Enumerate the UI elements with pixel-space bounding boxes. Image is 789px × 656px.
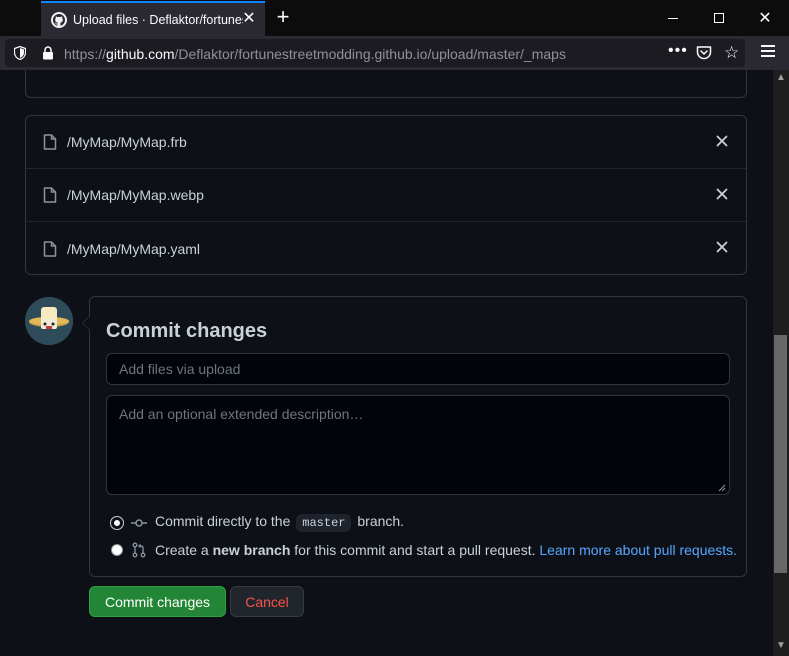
browser-tab-bar: Upload files · Deflaktor/fortunestreetmo… — [0, 0, 789, 36]
page-scrollbar[interactable]: ▲ ▼ — [773, 70, 789, 656]
upload-dropzone — [25, 70, 747, 98]
commit-direct-suffix: branch. — [357, 513, 405, 529]
tab-title: Upload files · Deflaktor/fortunestreetmo… — [73, 12, 243, 27]
url-text[interactable]: https://github.com/Deflaktor/fortunestre… — [64, 46, 566, 62]
cancel-button[interactable]: Cancel — [230, 586, 304, 617]
commit-direct-option[interactable]: Commit directly to the master branch. — [111, 513, 404, 532]
browser-nav-bar: https://github.com/Deflaktor/fortunestre… — [0, 36, 789, 70]
branch-name: master — [296, 514, 352, 532]
window-close-button[interactable]: ✕ — [742, 0, 788, 36]
commit-new-branch-option[interactable]: Create a new branch for this commit and … — [111, 542, 737, 558]
star-icon[interactable]: ☆ — [724, 44, 739, 61]
scroll-up-icon[interactable]: ▲ — [775, 72, 787, 84]
uploaded-file-list: /MyMap/MyMap.frb /MyMap/MyMap.webp /MyMa… — [25, 115, 747, 275]
file-row: /MyMap/MyMap.webp — [26, 169, 746, 222]
close-icon[interactable]: ✕ — [241, 11, 257, 27]
new-branch-strong: new branch — [212, 542, 291, 558]
file-name: /MyMap/MyMap.webp — [67, 187, 204, 203]
maximize-button[interactable] — [696, 0, 742, 36]
commit-new-branch-label: Create a new branch for this commit and … — [155, 542, 737, 558]
close-icon[interactable] — [716, 188, 728, 200]
file-row: /MyMap/MyMap.frb — [26, 116, 746, 169]
file-icon — [43, 187, 57, 203]
more-icon[interactable]: ••• — [668, 42, 688, 60]
new-branch-prefix: Create a — [155, 542, 209, 558]
close-icon: ✕ — [758, 10, 772, 27]
file-icon — [43, 240, 57, 257]
commit-direct-prefix: Commit directly to the — [155, 513, 291, 529]
close-icon[interactable] — [716, 135, 728, 147]
plus-icon[interactable]: + — [272, 6, 294, 28]
commit-title: Commit changes — [106, 320, 268, 342]
commit-form: Commit changes Commit directly to the ma… — [82, 296, 747, 577]
minimize-icon — [668, 17, 678, 19]
new-branch-suffix: for this commit and start a pull request… — [294, 542, 536, 558]
radio-new-branch[interactable] — [111, 544, 123, 556]
url-path: /Deflaktor/fortunestreetmodding.github.i… — [174, 46, 566, 62]
commit-direct-label: Commit directly to the master branch. — [155, 513, 404, 532]
file-name: /MyMap/MyMap.yaml — [67, 240, 201, 257]
avatar[interactable] — [25, 297, 73, 345]
url-bar[interactable]: https://github.com/Deflaktor/fortunestre… — [5, 39, 745, 67]
file-row: /MyMap/MyMap.yaml — [26, 222, 746, 275]
page-content: /MyMap/MyMap.frb /MyMap/MyMap.webp /MyMa… — [0, 70, 773, 656]
learn-more-link[interactable]: Learn more about pull requests. — [539, 542, 737, 558]
lock-icon[interactable] — [42, 46, 54, 60]
github-icon — [51, 11, 67, 28]
file-name: /MyMap/MyMap.frb — [67, 134, 187, 150]
git-commit-icon — [131, 518, 147, 527]
resize-handle-icon[interactable] — [718, 484, 726, 492]
minimize-button[interactable] — [650, 0, 696, 36]
file-icon — [43, 134, 57, 150]
shield-icon[interactable] — [14, 46, 26, 60]
maximize-icon — [714, 13, 724, 23]
git-pull-request-icon — [132, 542, 146, 558]
browser-tab[interactable]: Upload files · Deflaktor/fortunestreetmo… — [41, 1, 265, 36]
commit-description-input[interactable] — [106, 395, 730, 495]
hamburger-icon[interactable] — [761, 45, 775, 60]
commit-summary-input[interactable] — [106, 353, 730, 385]
avatar-image — [25, 297, 73, 345]
close-icon[interactable] — [716, 241, 728, 253]
commit-changes-button[interactable]: Commit changes — [89, 586, 226, 617]
radio-commit-direct[interactable] — [111, 516, 123, 529]
scroll-down-icon[interactable]: ▼ — [775, 640, 787, 652]
scrollbar-thumb[interactable] — [774, 335, 787, 573]
pocket-icon[interactable] — [696, 46, 712, 60]
url-prefix: https:// — [64, 46, 107, 62]
url-host: github.com — [106, 46, 175, 62]
